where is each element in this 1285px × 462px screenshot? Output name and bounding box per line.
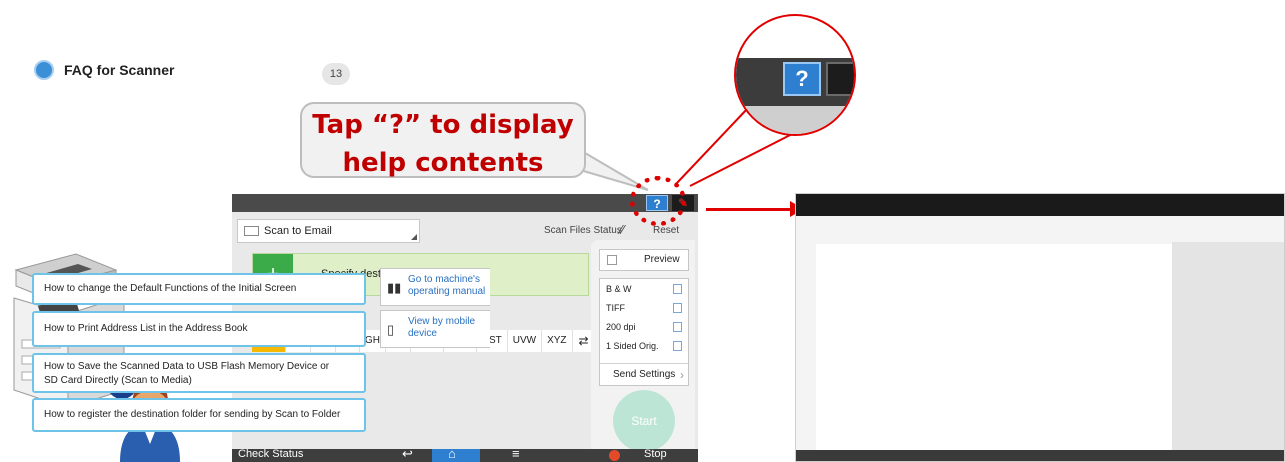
color-mode-icon xyxy=(673,284,682,294)
function-select-label: Scan to Email xyxy=(264,225,332,237)
stop-icon[interactable] xyxy=(609,450,620,461)
tab-uvw[interactable]: UVW xyxy=(507,330,543,352)
color-mode-value: B & W xyxy=(606,284,632,294)
side-column xyxy=(1172,242,1284,450)
highlight-circle xyxy=(630,176,686,226)
file-type-value: TIFF xyxy=(606,303,625,313)
zoom-help-button: ? xyxy=(783,62,821,96)
scan-settings-summary[interactable]: B & W TIFF 200 dpi 1 Sided Orig. Send Se… xyxy=(599,278,689,386)
mobile-icon: ▯ xyxy=(387,322,395,337)
faq-title: FAQ for Scanner xyxy=(64,62,175,78)
help-screen xyxy=(795,193,1285,462)
original-sides-value: 1 Sided Orig. xyxy=(606,341,659,351)
chevron-right-icon: › xyxy=(680,368,684,382)
function-select[interactable]: Scan to Email xyxy=(237,219,420,243)
arrow-line xyxy=(706,208,794,211)
zoom-magnifier: ? xyxy=(734,14,856,136)
chevron-down-icon xyxy=(411,234,417,240)
preview-button[interactable]: Preview xyxy=(599,249,689,271)
settings-panel: Preview B & W TIFF 200 dpi 1 Sided Orig.… xyxy=(591,240,695,462)
faq-item[interactable]: How to Print Address List in the Address… xyxy=(32,311,366,347)
stop-button[interactable]: Stop xyxy=(644,448,667,460)
home-icon: ⌂ xyxy=(448,446,456,461)
callout-line-2: help contents xyxy=(342,148,544,178)
resolution-icon xyxy=(673,322,682,332)
faq-item[interactable]: How to Save the Scanned Data to USB Flas… xyxy=(32,353,366,393)
edit-icon[interactable]: ⁄⁄ xyxy=(620,222,624,237)
preview-checkbox[interactable] xyxy=(607,255,617,265)
callout-box: Tap “?” to display help contents xyxy=(300,102,586,178)
zoom-tool-button xyxy=(826,62,854,96)
resolution-value: 200 dpi xyxy=(606,322,636,332)
operating-manual-button[interactable]: ▮▮ Go to machine's operating manual xyxy=(380,268,490,306)
callout-line-1: Tap “?” to display xyxy=(312,110,574,140)
view-by-mobile-label: View by mobile device xyxy=(408,316,476,339)
view-by-mobile-button[interactable]: ▯ View by mobile device xyxy=(380,310,490,348)
start-button[interactable]: Start xyxy=(613,390,675,452)
help-top-bar xyxy=(796,194,1284,216)
help-bottom-bar xyxy=(796,450,1284,461)
faq-item[interactable]: How to change the Default Functions of t… xyxy=(32,273,366,305)
mail-icon xyxy=(244,226,259,236)
back-icon[interactable]: ↩ xyxy=(402,446,413,462)
check-status-button[interactable]: Check Status xyxy=(238,448,303,460)
faq-panel xyxy=(816,244,1172,450)
preview-label: Preview xyxy=(644,254,680,265)
zoom-screen-area xyxy=(736,106,854,134)
reset-button[interactable]: Reset xyxy=(653,225,679,236)
faq-icon xyxy=(34,60,54,80)
original-sides-icon xyxy=(673,341,682,351)
faq-count-badge: 13 xyxy=(322,63,350,85)
bottom-bar: Check Status ↩ ⌂ ≡ Stop xyxy=(232,446,698,462)
send-settings-label: Send Settings xyxy=(613,369,676,380)
send-settings-button[interactable]: Send Settings › xyxy=(600,363,688,385)
faq-item[interactable]: How to register the destination folder f… xyxy=(32,398,366,432)
operating-manual-label: Go to machine's operating manual xyxy=(408,274,486,297)
scan-files-status-button[interactable]: Scan Files Status xyxy=(544,225,622,236)
home-button[interactable]: ⌂ xyxy=(432,446,480,462)
tab-xyz[interactable]: XYZ xyxy=(542,330,573,352)
system-bar xyxy=(232,194,698,212)
book-icon: ▮▮ xyxy=(387,280,402,295)
menu-icon[interactable]: ≡ xyxy=(512,446,520,461)
file-type-icon xyxy=(673,303,682,313)
